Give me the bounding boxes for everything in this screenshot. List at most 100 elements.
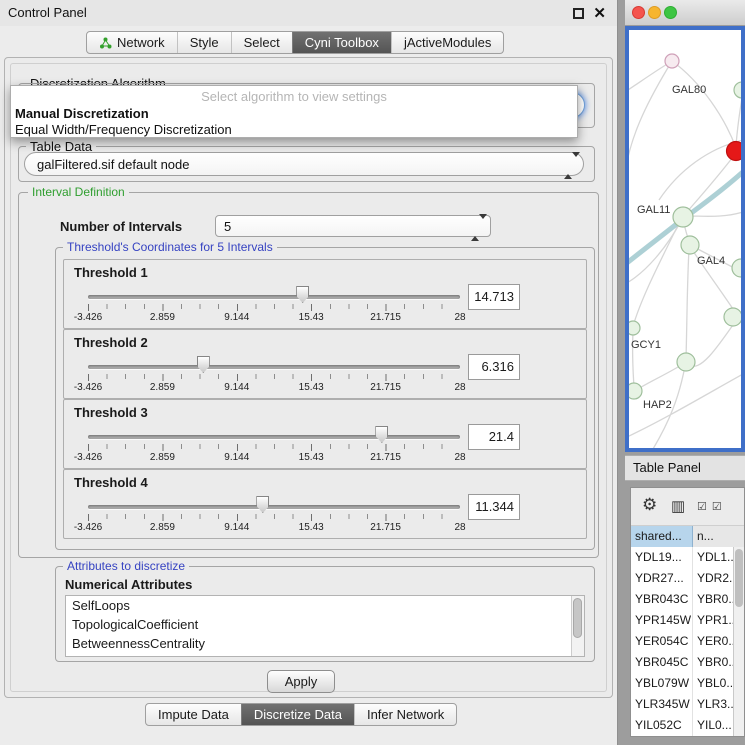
table-row[interactable]: YBR043CYBR0... (631, 589, 733, 610)
tab-label: Select (244, 35, 280, 50)
threshold-row: Threshold 4 -3.4262.859 9.14415.43 21.71… (63, 469, 587, 539)
threshold-row: Threshold 3 -3.4262.859 9.14415.43 21.71… (63, 399, 587, 469)
threshold-value-field[interactable]: 6.316 (468, 354, 520, 380)
network-view-window: GAL80 GAL11 GAL4 GCY1 HAP2 (625, 0, 745, 452)
table-row[interactable]: YBR045CYBR0... (631, 652, 733, 673)
numerical-attributes-label: Numerical Attributes (65, 577, 192, 592)
scrollbar-thumb[interactable] (735, 549, 743, 607)
slider-track[interactable] (88, 435, 460, 439)
attributes-group-title: Attributes to discretize (63, 559, 189, 573)
number-of-intervals-combobox[interactable]: 5 (215, 215, 491, 237)
dropdown-option-equal-width[interactable]: Equal Width/Frequency Discretization (11, 122, 577, 138)
tab-label: Cyni Toolbox (305, 35, 379, 50)
number-of-intervals-value: 5 (224, 216, 231, 238)
dropdown-option-manual-discretization[interactable]: Manual Discretization (11, 106, 577, 122)
slider-scale: -3.4262.859 9.14415.43 21.71528 (88, 522, 460, 534)
tab-infer-network[interactable]: Infer Network (354, 704, 456, 725)
slider-ticks (88, 304, 460, 311)
tab-impute-data[interactable]: Impute Data (146, 704, 241, 725)
columns-icon[interactable]: ▥ (671, 497, 685, 515)
threshold-slider[interactable]: -3.4262.859 9.14415.43 21.71528 (88, 354, 460, 396)
threshold-value-field[interactable]: 14.713 (468, 284, 520, 310)
slider-thumb[interactable] (375, 426, 388, 443)
number-of-intervals-label: Number of Intervals (60, 219, 182, 234)
threshold-row: Threshold 2 -3.4262.859 9.14415.43 21.71… (63, 329, 587, 399)
table-header-row: shared... n... (631, 526, 744, 547)
tab-network[interactable]: Network (87, 32, 177, 53)
close-icon[interactable]: ✕ (593, 4, 606, 22)
tab-style[interactable]: Style (177, 32, 231, 53)
list-item[interactable]: TopologicalCoefficient (66, 615, 584, 634)
slider-ticks (88, 444, 460, 451)
apply-button[interactable]: Apply (267, 670, 335, 693)
slider-thumb[interactable] (256, 496, 269, 513)
slider-ticks (88, 514, 460, 521)
stepper-icon (564, 157, 576, 171)
table-panel-title: Table Panel (633, 456, 701, 480)
thresholds-group-title: Threshold's Coordinates for 5 Intervals (63, 240, 277, 254)
slider-scale: -3.4262.859 9.14415.43 21.71528 (88, 312, 460, 324)
table-row[interactable]: YPR145WYPR1... (631, 610, 733, 631)
table-row[interactable]: YDL19...YDL1... (631, 547, 733, 568)
numerical-attributes-list: SelfLoops TopologicalCoefficient Between… (65, 595, 585, 657)
tab-label: Impute Data (158, 707, 229, 722)
stepper-icon (471, 219, 483, 233)
slider-track[interactable] (88, 295, 460, 299)
close-traffic-light-icon[interactable] (632, 6, 645, 19)
table-body: YDL19...YDL1... YDR27...YDR2... YBR043CY… (631, 547, 733, 736)
table-row[interactable]: YDR27...YDR2... (631, 568, 733, 589)
tab-select[interactable]: Select (231, 32, 292, 53)
threshold-label: Threshold 3 (74, 405, 148, 420)
minimize-traffic-light-icon[interactable] (648, 6, 661, 19)
scrollbar-thumb[interactable] (573, 598, 582, 638)
table-toolbar: ⚙ ▥ ☑ ☑ (631, 488, 744, 526)
zoom-traffic-light-icon[interactable] (664, 6, 677, 19)
slider-track[interactable] (88, 505, 460, 509)
control-panel-titlebar: Control Panel ✕ (0, 0, 617, 26)
table-row[interactable]: YBL079WYBL0... (631, 673, 733, 694)
tab-discretize-data[interactable]: Discretize Data (241, 704, 354, 725)
threshold-slider[interactable]: -3.4262.859 9.14415.43 21.71528 (88, 494, 460, 536)
network-icon (99, 37, 112, 49)
tab-jactivemodules[interactable]: jActiveModules (391, 32, 503, 53)
slider-thumb[interactable] (197, 356, 210, 373)
column-header-name[interactable]: n... (693, 526, 744, 547)
list-item[interactable]: BetweennessCentrality (66, 634, 584, 653)
tab-label: Network (117, 35, 165, 50)
slider-scale: -3.4262.859 9.14415.43 21.71528 (88, 382, 460, 394)
network-canvas[interactable]: GAL80 GAL11 GAL4 GCY1 HAP2 (629, 30, 741, 449)
node-label: GAL4 (697, 255, 725, 267)
table-row[interactable]: YER054CYER0... (631, 631, 733, 652)
list-item[interactable]: SelfLoops (66, 596, 584, 615)
table-panel-titlebar: Table Panel (625, 455, 745, 481)
table-row[interactable]: YLR345WYLR3... (631, 694, 733, 715)
select-checks-icon[interactable]: ☑ ☑ (697, 500, 723, 513)
top-tabbar: Network Style Select Cyni Toolbox jActiv… (86, 31, 504, 54)
threshold-value-field[interactable]: 21.4 (468, 424, 520, 450)
slider-thumb[interactable] (296, 286, 309, 303)
algorithm-dropdown-popup: Select algorithm to view settings Manual… (10, 85, 578, 138)
node-label: HAP2 (643, 399, 672, 411)
network-canvas-frame: GAL80 GAL11 GAL4 GCY1 HAP2 (625, 26, 745, 452)
desktop: Control Panel ✕ Network Style (0, 0, 745, 745)
threshold-slider[interactable]: -3.4262.859 9.14415.43 21.71528 (88, 424, 460, 466)
slider-track[interactable] (88, 365, 460, 369)
threshold-label: Threshold 2 (74, 335, 148, 350)
slider-scale: -3.4262.859 9.14415.43 21.71528 (88, 452, 460, 464)
column-header-shared[interactable]: shared... (631, 526, 693, 547)
selected-node (727, 142, 742, 161)
table-panel-window: ⚙ ▥ ☑ ☑ shared... n... YDL19...YDL1... Y… (630, 487, 745, 737)
list-scrollbar[interactable] (571, 596, 584, 656)
gear-icon[interactable]: ⚙ (642, 495, 657, 515)
threshold-slider[interactable]: -3.4262.859 9.14415.43 21.71528 (88, 284, 460, 326)
dropdown-prompt: Select algorithm to view settings (11, 87, 577, 106)
table-row[interactable]: YIL052CYIL0... (631, 715, 733, 736)
control-panel: Control Panel ✕ Network Style (0, 0, 618, 745)
slider-ticks (88, 374, 460, 381)
tab-cyni-toolbox[interactable]: Cyni Toolbox (292, 32, 391, 53)
threshold-value-field[interactable]: 11.344 (468, 494, 520, 520)
table-scrollbar[interactable] (733, 547, 744, 736)
tab-label: jActiveModules (404, 35, 491, 50)
table-data-combobox[interactable]: galFiltered.sif default node (24, 152, 584, 176)
float-window-icon[interactable] (573, 8, 584, 19)
